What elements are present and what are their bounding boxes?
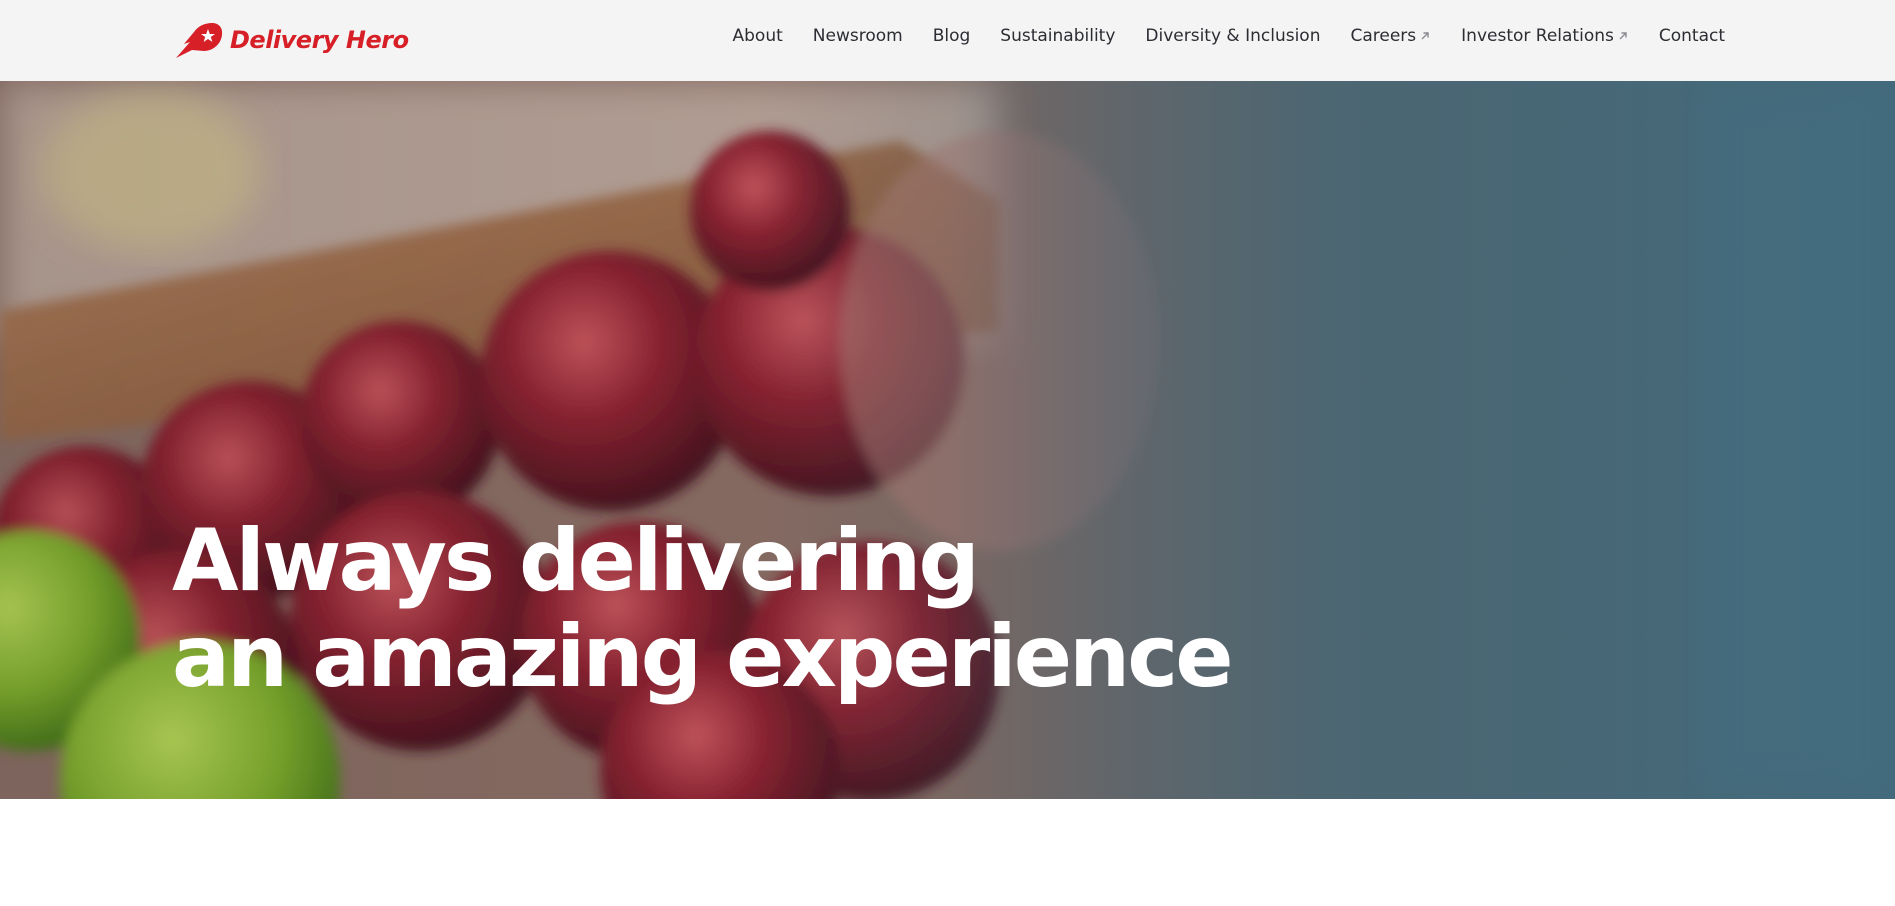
nav-item-about[interactable]: About xyxy=(733,26,783,46)
nav-item-contact[interactable]: Contact xyxy=(1659,26,1725,46)
site-header: Delivery Hero About Newsroom Blog Sustai… xyxy=(0,0,1895,81)
nav-item-investor-relations[interactable]: Investor Relations xyxy=(1461,26,1629,46)
external-link-icon xyxy=(1619,32,1627,40)
nav-item-diversity-inclusion[interactable]: Diversity & Inclusion xyxy=(1145,26,1320,46)
hero-headline-line-1: Always delivering xyxy=(172,511,980,611)
nav-item-sustainability[interactable]: Sustainability xyxy=(1000,26,1115,46)
nav-item-label: Newsroom xyxy=(812,26,903,46)
nav-item-label: Contact xyxy=(1658,26,1725,46)
brand-logo-link[interactable]: Delivery Hero xyxy=(174,20,409,60)
content-area xyxy=(0,799,1895,906)
hero-banner: Always delivering an amazing experience xyxy=(0,81,1895,799)
nav-item-label: Blog xyxy=(932,26,971,46)
hero-headline: Always delivering an amazing experience xyxy=(172,511,1234,707)
delivery-hero-logo-icon xyxy=(176,23,223,58)
external-link-icon xyxy=(1421,32,1429,40)
nav-item-label: About xyxy=(732,26,783,46)
hero-headline-line-2: an amazing experience xyxy=(172,607,1234,707)
main-nav: About Newsroom Blog Sustainability Diver… xyxy=(703,0,1725,72)
nav-item-label: Careers xyxy=(1350,26,1417,46)
nav-item-blog[interactable]: Blog xyxy=(933,26,971,46)
nav-item-newsroom[interactable]: Newsroom xyxy=(813,26,903,46)
nav-item-label: Diversity & Inclusion xyxy=(1145,26,1321,46)
nav-item-label: Sustainability xyxy=(1000,26,1116,46)
nav-item-careers[interactable]: Careers xyxy=(1350,26,1431,46)
nav-item-label: Investor Relations xyxy=(1461,26,1614,46)
brand-name: Delivery Hero xyxy=(230,26,409,54)
